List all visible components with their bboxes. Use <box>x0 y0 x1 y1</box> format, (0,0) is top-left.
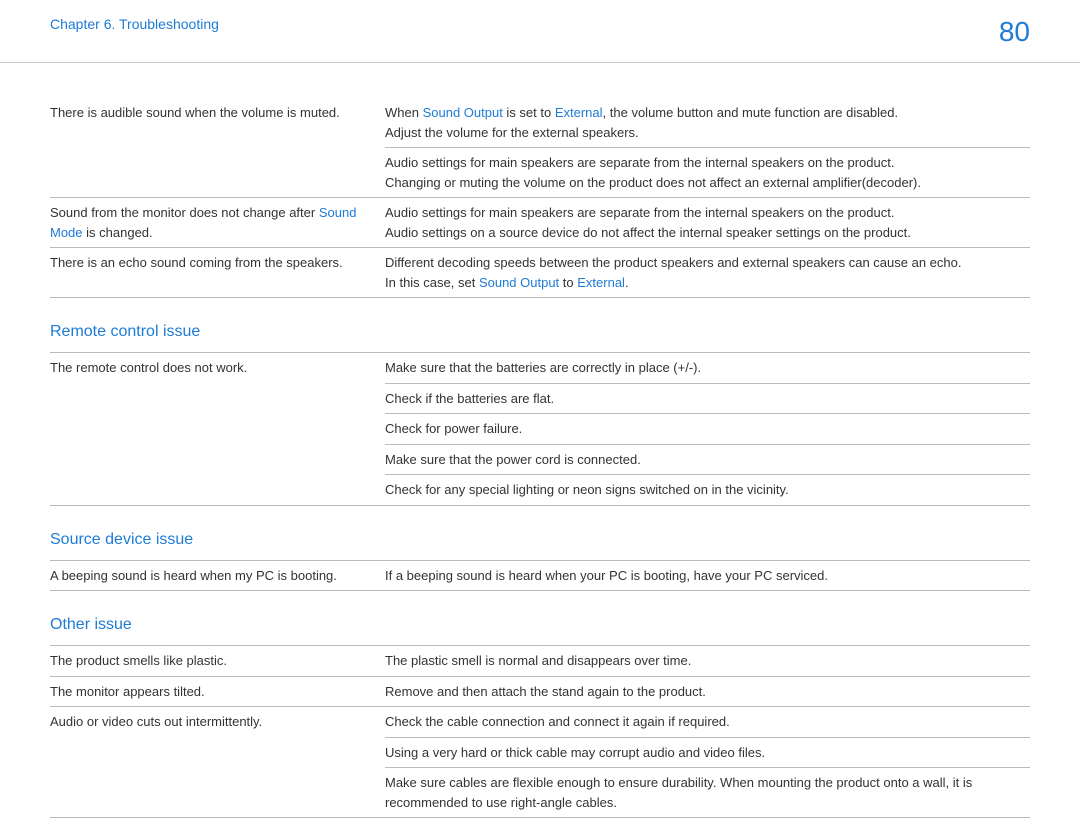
solution-cell: Check if the batteries are flat. <box>385 383 1030 414</box>
troubleshooting-table: There is audible sound when the volume i… <box>50 98 1030 818</box>
table-row: The remote control does not work.Make su… <box>50 353 1030 384</box>
solution-cell: Remove and then attach the stand again t… <box>385 676 1030 707</box>
issue-cell: Audio or video cuts out intermittently. <box>50 707 385 818</box>
section-heading: Other issue <box>50 591 1030 646</box>
section-heading: Remote control issue <box>50 298 1030 353</box>
table-row: The monitor appears tilted.Remove and th… <box>50 676 1030 707</box>
table-row: There is an echo sound coming from the s… <box>50 248 1030 298</box>
solution-cell: Check the cable connection and connect i… <box>385 707 1030 738</box>
page-content: There is audible sound when the volume i… <box>0 63 1080 818</box>
table-row: There is audible sound when the volume i… <box>50 98 1030 148</box>
section-heading: Source device issue <box>50 505 1030 560</box>
solution-cell: Audio settings for main speakers are sep… <box>385 198 1030 248</box>
issue-cell: There is audible sound when the volume i… <box>50 98 385 198</box>
table-row: The product smells like plastic.The plas… <box>50 646 1030 677</box>
section-heading-row: Remote control issue <box>50 298 1030 353</box>
page-header: Chapter 6. Troubleshooting 80 <box>0 0 1080 63</box>
solution-cell: Make sure that the batteries are correct… <box>385 353 1030 384</box>
solution-cell: Different decoding speeds between the pr… <box>385 248 1030 298</box>
issue-cell: The remote control does not work. <box>50 353 385 506</box>
solution-cell: When Sound Output is set to External, th… <box>385 98 1030 148</box>
solution-cell: The plastic smell is normal and disappea… <box>385 646 1030 677</box>
solution-cell: Make sure that the power cord is connect… <box>385 444 1030 475</box>
solution-cell: If a beeping sound is heard when your PC… <box>385 560 1030 591</box>
section-heading-row: Other issue <box>50 591 1030 646</box>
solution-cell: Audio settings for main speakers are sep… <box>385 148 1030 198</box>
solution-cell: Check for any special lighting or neon s… <box>385 475 1030 506</box>
solution-cell: Make sure cables are flexible enough to … <box>385 768 1030 818</box>
table-row: A beeping sound is heard when my PC is b… <box>50 560 1030 591</box>
issue-cell: Sound from the monitor does not change a… <box>50 198 385 248</box>
issue-cell: A beeping sound is heard when my PC is b… <box>50 560 385 591</box>
section-heading-row: Source device issue <box>50 505 1030 560</box>
page-number: 80 <box>999 16 1030 48</box>
chapter-title: Chapter 6. Troubleshooting <box>50 16 219 32</box>
issue-cell: The product smells like plastic. <box>50 646 385 677</box>
table-row: Audio or video cuts out intermittently.C… <box>50 707 1030 738</box>
table-row: Sound from the monitor does not change a… <box>50 198 1030 248</box>
solution-cell: Check for power failure. <box>385 414 1030 445</box>
issue-cell: There is an echo sound coming from the s… <box>50 248 385 298</box>
issue-cell: The monitor appears tilted. <box>50 676 385 707</box>
